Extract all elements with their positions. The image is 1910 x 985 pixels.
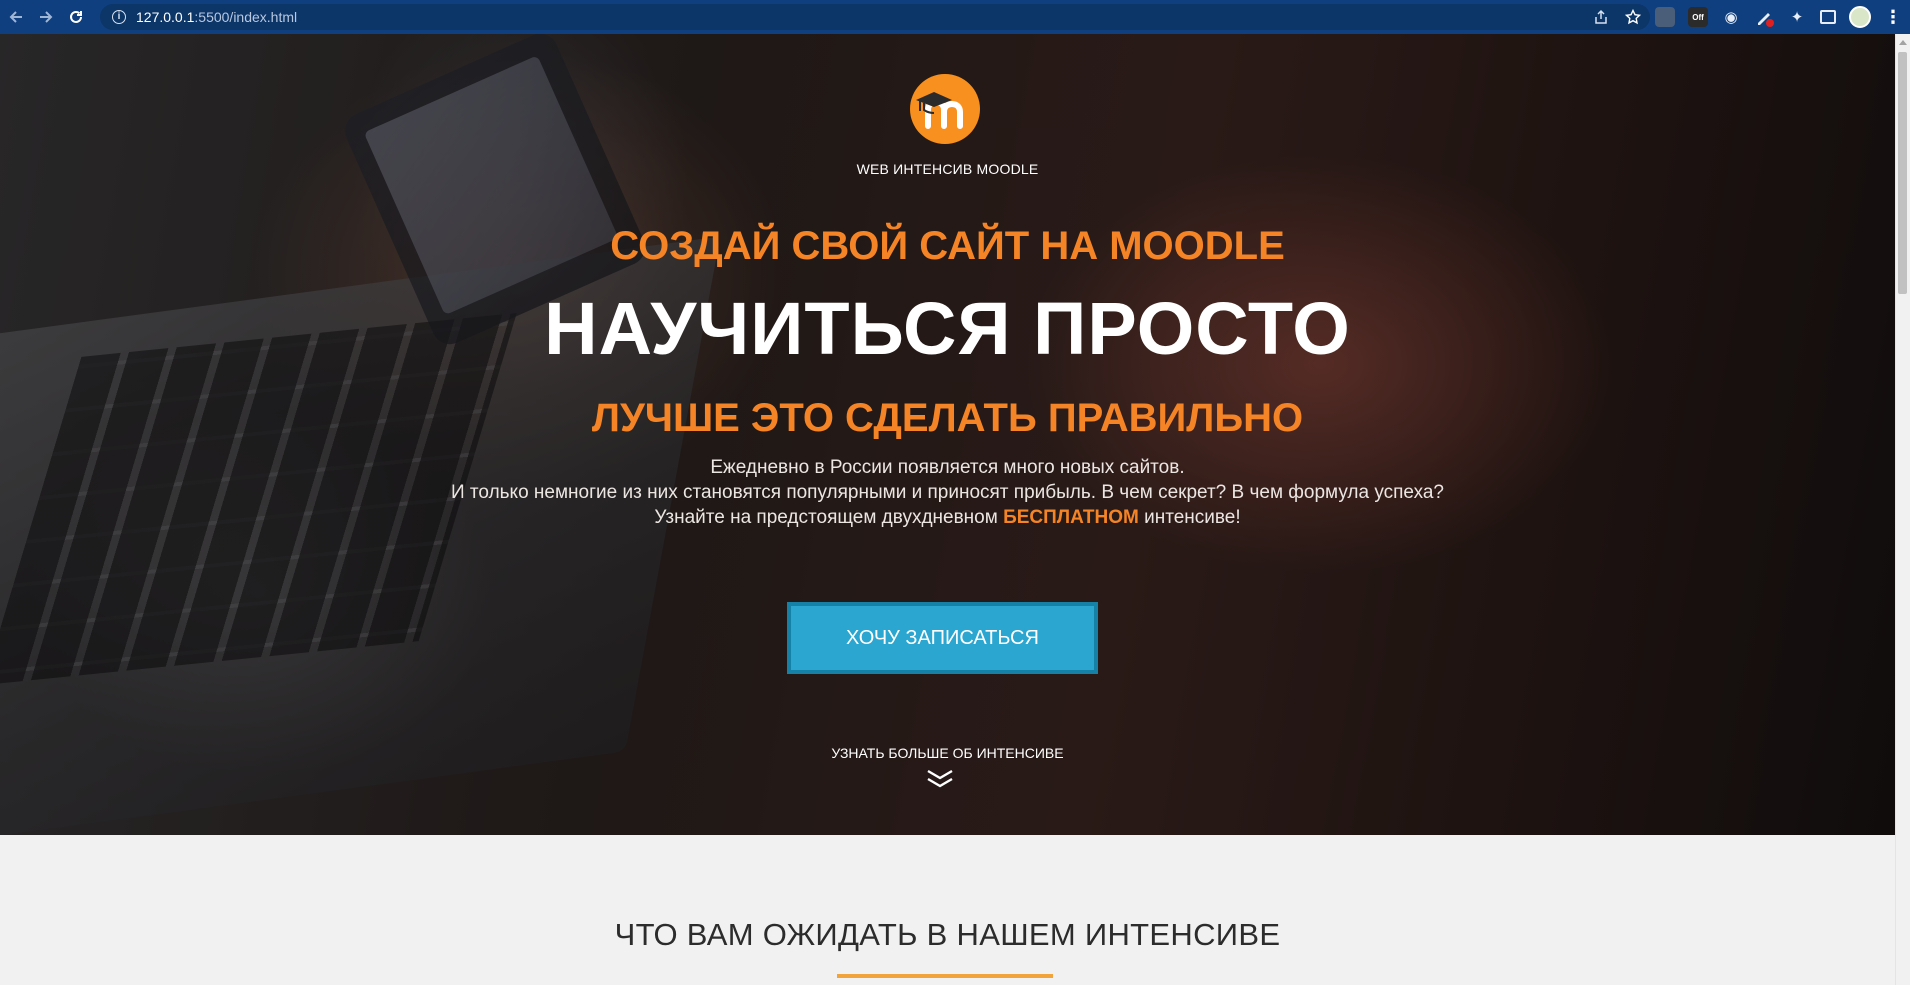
scroll-up-arrow-icon[interactable] <box>1899 40 1907 45</box>
description-line: Узнайте на предстоящем двухдневном БЕСПЛ… <box>0 505 1895 530</box>
hero-description: Ежедневно в России появляется много новы… <box>0 455 1895 530</box>
hero-title: НАУЧИТЬСЯ ПРОСТО <box>544 287 1351 370</box>
reload-icon[interactable] <box>62 3 90 31</box>
site-info-icon[interactable]: i <box>112 10 126 24</box>
learn-more-link[interactable]: УЗНАТЬ БОЛЬШЕ ОБ ИНТЕНСИВЕ <box>0 745 1895 761</box>
extension-icon[interactable] <box>1655 7 1675 27</box>
section-title: ЧТО ВАМ ОЖИДАТЬ В НАШЕМ ИНТЕНСИВЕ <box>614 917 1281 952</box>
forward-arrow-icon[interactable] <box>32 3 60 31</box>
scrollbar-thumb[interactable] <box>1898 52 1907 294</box>
description-text: Узнайте на предстоящем двухдневном <box>654 507 1004 528</box>
moodle-logo[interactable] <box>910 74 980 144</box>
share-icon[interactable] <box>1592 8 1610 26</box>
profile-avatar[interactable] <box>1849 6 1871 28</box>
signup-button[interactable]: ХОЧУ ЗАПИСАТЬСЯ <box>787 602 1098 674</box>
menu-kebab-icon[interactable]: ⋮ <box>1884 7 1902 28</box>
puzzle-icon[interactable]: ✦ <box>1787 7 1807 27</box>
section-underline <box>837 974 1053 978</box>
back-arrow-icon[interactable] <box>2 3 30 31</box>
free-highlight: БЕСПЛАТНОМ <box>1003 507 1139 528</box>
description-line: И только немногие из них становятся попу… <box>451 482 1444 503</box>
brand-name: WEB ИНТЕНСИВ MOODLE <box>856 161 1039 177</box>
address-bar[interactable]: i 127.0.0.1 :5500/index.html <box>100 4 1650 30</box>
description-text: интенсиве! <box>1138 507 1241 528</box>
pen-extension-icon[interactable] <box>1754 7 1774 27</box>
bookmark-star-icon[interactable] <box>1624 8 1642 26</box>
side-panel-icon[interactable] <box>1820 10 1836 24</box>
description-line: Ежедневно в России появляется много новы… <box>710 457 1185 478</box>
browser-toolbar: i 127.0.0.1 :5500/index.html Off ◉ ✦ ⋮ <box>0 0 1910 34</box>
url-path: :5500/index.html <box>194 9 298 25</box>
camera-icon[interactable]: ◉ <box>1721 7 1741 27</box>
hero-tagline: ЛУЧШЕ ЭТО СДЕЛАТЬ ПРАВИЛЬНО <box>591 396 1304 440</box>
extension-off-icon[interactable]: Off <box>1688 7 1708 27</box>
url-host: 127.0.0.1 <box>136 9 195 25</box>
hero-subtitle: СОЗДАЙ СВОЙ САЙТ НА MOODLE <box>610 224 1285 268</box>
extensions-bar: Off ◉ ✦ ⋮ <box>1655 6 1902 28</box>
hero-section: WEB ИНТЕНСИВ MOODLE СОЗДАЙ СВОЙ САЙТ НА … <box>0 34 1895 835</box>
chevron-double-down-icon[interactable] <box>925 769 955 789</box>
